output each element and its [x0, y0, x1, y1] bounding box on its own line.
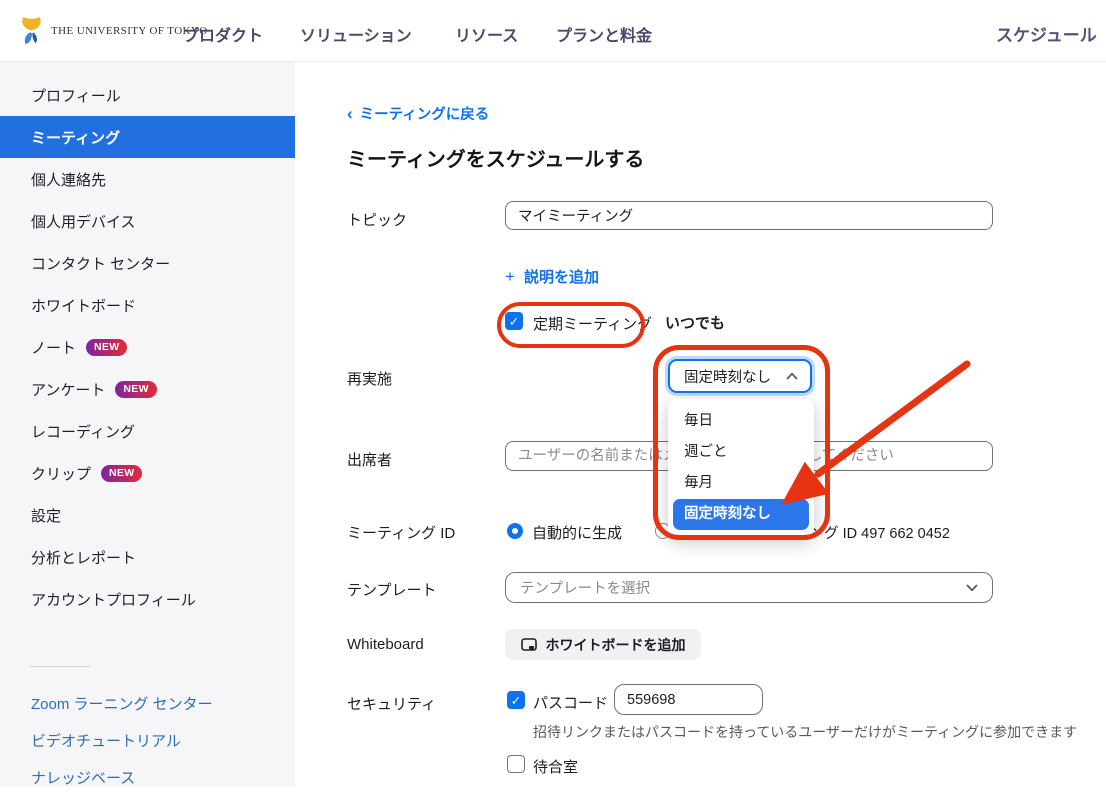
- back-to-meetings-link[interactable]: ‹ ミーティングに戻る: [347, 103, 489, 124]
- recurring-when-text: いつでも: [665, 312, 725, 333]
- recurrence-dropdown-menu: 毎日 週ごと 毎月 固定時刻なし: [668, 399, 814, 537]
- check-icon: ✓: [509, 314, 519, 329]
- sidebar-item-contacts[interactable]: 個人連絡先: [0, 158, 295, 200]
- passcode-input[interactable]: [614, 684, 763, 715]
- sidebar-item-settings[interactable]: 設定: [0, 494, 295, 536]
- sidebar-item-devices[interactable]: 個人用デバイス: [0, 200, 295, 242]
- check-icon: ✓: [511, 693, 521, 708]
- recurring-meeting-label: 定期ミーティング: [533, 313, 652, 334]
- passcode-label: パスコード: [533, 692, 608, 713]
- university-logo[interactable]: THE UNIVERSITY OF TOKYO: [18, 14, 208, 47]
- attendees-label: 出席者: [347, 449, 392, 470]
- sidebar: プロフィール ミーティング 個人連絡先 個人用デバイス コンタクト センター ホ…: [0, 62, 295, 787]
- passcode-helper-text: 招待リンクまたはパスコードを持っているユーザーだけがミーティングに参加できます: [533, 722, 1077, 742]
- sidebar-item-surveys[interactable]: アンケートNEW: [0, 368, 295, 410]
- schedule-nav-link[interactable]: スケジュール: [996, 21, 1097, 46]
- topic-input[interactable]: [505, 201, 993, 230]
- new-badge: NEW: [86, 339, 127, 356]
- ginkgo-leaf-icon: [18, 14, 45, 47]
- top-navbar: THE UNIVERSITY OF TOKYO プロダクト ソリューション リソ…: [0, 0, 1106, 62]
- add-description-link[interactable]: + 説明を追加: [505, 266, 599, 287]
- passcode-checkbox[interactable]: ✓: [507, 691, 525, 709]
- nav-item-resources[interactable]: リソース: [455, 22, 518, 46]
- recurrence-option-monthly[interactable]: 毎月: [673, 468, 809, 499]
- meeting-id-label: ミーティング ID: [347, 522, 455, 543]
- nav-item-plans[interactable]: プランと料金: [556, 22, 652, 46]
- nav-item-solutions[interactable]: ソリューション: [300, 22, 412, 46]
- sidebar-item-account-profile[interactable]: アカウントプロフィール: [0, 578, 295, 620]
- whiteboard-label: Whiteboard: [347, 636, 424, 653]
- nav-item-products[interactable]: プロダクト: [183, 22, 263, 46]
- sidebar-link-learning-center[interactable]: Zoom ラーニング センター: [0, 685, 295, 722]
- page-title: ミーティングをスケジュールする: [347, 143, 644, 172]
- topic-label: トピック: [347, 209, 407, 230]
- recurrence-label: 再実施: [347, 368, 392, 389]
- add-whiteboard-button[interactable]: ホワイトボードを追加: [505, 629, 701, 660]
- waiting-room-checkbox[interactable]: [507, 755, 525, 773]
- meeting-id-auto-radio[interactable]: [507, 523, 523, 539]
- sidebar-link-video-tutorials[interactable]: ビデオチュートリアル: [0, 722, 295, 759]
- back-chevron-icon: ‹: [347, 107, 353, 121]
- new-badge: NEW: [101, 465, 142, 482]
- sidebar-divider: [30, 666, 90, 667]
- waiting-room-label: 待合室: [533, 756, 578, 777]
- whiteboard-icon: [521, 638, 537, 652]
- plus-icon: +: [505, 267, 515, 287]
- sidebar-item-meetings[interactable]: ミーティング: [0, 116, 295, 158]
- recurrence-option-daily[interactable]: 毎日: [673, 406, 809, 437]
- recurrence-option-weekly[interactable]: 週ごと: [673, 437, 809, 468]
- sidebar-link-knowledge-base[interactable]: ナレッジベース: [0, 759, 295, 796]
- security-label: セキュリティ: [347, 693, 436, 714]
- recurrence-option-no-fixed-time[interactable]: 固定時刻なし: [673, 499, 809, 530]
- chevron-up-icon: [786, 372, 798, 380]
- template-select[interactable]: テンプレートを選択: [505, 572, 993, 603]
- sidebar-item-reports[interactable]: 分析とレポート: [0, 536, 295, 578]
- recurring-meeting-checkbox[interactable]: ✓: [505, 312, 523, 330]
- template-label: テンプレート: [347, 579, 437, 600]
- recurrence-select[interactable]: 固定時刻なし: [668, 359, 812, 393]
- chevron-down-icon: [966, 584, 978, 592]
- sidebar-item-notes[interactable]: ノートNEW: [0, 326, 295, 368]
- sidebar-item-recordings[interactable]: レコーディング: [0, 410, 295, 452]
- sidebar-item-profile[interactable]: プロフィール: [0, 74, 295, 116]
- meeting-id-auto-label: 自動的に生成: [532, 522, 622, 543]
- new-badge: NEW: [115, 381, 156, 398]
- sidebar-item-clips[interactable]: クリップNEW: [0, 452, 295, 494]
- sidebar-item-contact-center[interactable]: コンタクト センター: [0, 242, 295, 284]
- sidebar-item-whiteboard[interactable]: ホワイトボード: [0, 284, 295, 326]
